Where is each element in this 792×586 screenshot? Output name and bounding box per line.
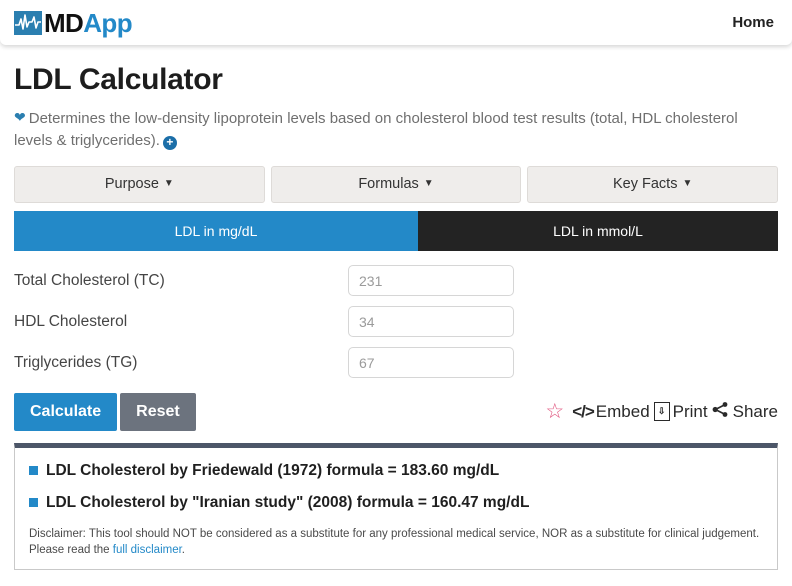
form-row-hdl-cholesterol: HDL Cholesterol	[14, 306, 778, 338]
accordion-label-key-facts: Key Facts	[613, 176, 677, 192]
ecg-waveform-icon	[14, 11, 42, 35]
reset-button[interactable]: Reset	[120, 393, 196, 431]
result-bullet-icon	[29, 466, 38, 475]
star-favorite-icon[interactable]: ☆	[545, 401, 564, 422]
page-title: LDL Calculator	[14, 63, 778, 97]
print-link[interactable]: ⇩ Print	[654, 402, 708, 422]
label-triglycerides: Triglycerides (TG)	[14, 354, 348, 372]
accordion-button-key-facts[interactable]: Key Facts ▼	[527, 166, 778, 203]
chevron-down-icon: ▼	[682, 179, 692, 189]
brand-logo[interactable]: MDApp	[14, 10, 132, 36]
calculator-form: Total Cholesterol (TC) HDL Cholesterol T…	[14, 265, 778, 379]
accordion-label-formulas: Formulas	[358, 176, 418, 192]
embed-link[interactable]: </> Embed	[572, 402, 649, 422]
input-total-cholesterol[interactable]	[348, 265, 514, 296]
input-hdl-cholesterol[interactable]	[348, 306, 514, 337]
disclaimer: Disclaimer: This tool should NOT be cons…	[29, 526, 763, 559]
share-label: Share	[733, 402, 778, 422]
code-embed-icon: </>	[572, 402, 594, 422]
calculate-button[interactable]: Calculate	[14, 393, 117, 431]
accordion-label-purpose: Purpose	[105, 176, 159, 192]
page-description-text: Determines the low-density lipoprotein l…	[14, 110, 738, 149]
page-content: LDL Calculator ❤Determines the low-densi…	[0, 63, 792, 570]
label-hdl-cholesterol: HDL Cholesterol	[14, 313, 348, 331]
result-line-friedewald: LDL Cholesterol by Friedewald (1972) for…	[29, 462, 763, 480]
share-link[interactable]: Share	[712, 401, 778, 423]
accordion-button-purpose[interactable]: Purpose ▼	[14, 166, 265, 203]
chevron-down-icon: ▼	[424, 179, 434, 189]
tab-ldl-mgdl[interactable]: LDL in mg/dL	[14, 211, 418, 251]
chevron-down-icon: ▼	[164, 179, 174, 189]
share-nodes-icon	[712, 401, 729, 423]
tab-ldl-mmoll[interactable]: LDL in mmol/L	[418, 211, 778, 251]
brand-text-app: App	[83, 8, 132, 38]
results-panel: LDL Cholesterol by Friedewald (1972) for…	[14, 443, 778, 570]
print-label: Print	[673, 402, 708, 422]
heart-icon: ❤	[14, 109, 26, 125]
embed-label: Embed	[596, 402, 650, 422]
result-text-iranian: LDL Cholesterol by "Iranian study" (2008…	[46, 494, 529, 512]
nav-home-link[interactable]: Home	[732, 14, 774, 31]
form-row-total-cholesterol: Total Cholesterol (TC)	[14, 265, 778, 297]
site-header: MDApp Home	[0, 0, 792, 45]
result-text-friedewald: LDL Cholesterol by Friedewald (1972) for…	[46, 462, 499, 480]
full-disclaimer-link[interactable]: full disclaimer	[113, 544, 182, 556]
brand-text-md: MD	[44, 8, 83, 38]
pdf-print-icon: ⇩	[654, 402, 670, 421]
label-total-cholesterol: Total Cholesterol (TC)	[14, 272, 348, 290]
page-description: ❤Determines the low-density lipoprotein …	[14, 107, 778, 152]
input-triglycerides[interactable]	[348, 347, 514, 378]
disclaimer-end: .	[182, 544, 185, 556]
accordion-row: Purpose ▼ Formulas ▼ Key Facts ▼	[14, 166, 778, 203]
accordion-button-formulas[interactable]: Formulas ▼	[271, 166, 522, 203]
unit-tabs: LDL in mg/dL LDL in mmol/L	[14, 211, 778, 251]
tool-links: ☆ </> Embed ⇩ Print Share	[545, 401, 778, 423]
result-bullet-icon	[29, 498, 38, 507]
form-row-triglycerides: Triglycerides (TG)	[14, 347, 778, 379]
action-row: Calculate Reset ☆ </> Embed ⇩ Print	[14, 393, 778, 431]
expand-plus-icon[interactable]: +	[163, 136, 177, 150]
result-line-iranian: LDL Cholesterol by "Iranian study" (2008…	[29, 494, 763, 512]
button-group: Calculate Reset	[14, 393, 196, 431]
